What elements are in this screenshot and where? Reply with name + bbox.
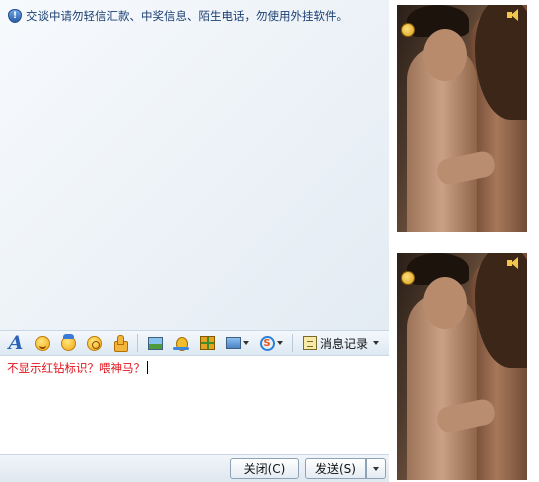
thumb-icon	[112, 335, 128, 352]
thumb-button[interactable]	[110, 333, 130, 353]
chat-pane: ! 交谈中请勿轻信汇款、中奖信息、陌生电话，勿使用外挂软件。 A S 消息记录 …	[0, 0, 389, 482]
chat-history[interactable]: ! 交谈中请勿轻信汇款、中奖信息、陌生电话，勿使用外挂软件。	[0, 0, 389, 330]
s-button[interactable]: S	[257, 333, 285, 353]
input-toolbar: A S 消息记录	[0, 330, 389, 356]
gift-icon	[199, 336, 215, 350]
shake-icon	[173, 335, 189, 351]
video-figure	[423, 29, 467, 81]
toolbar-divider	[292, 334, 293, 352]
video-figure	[423, 277, 467, 329]
smile-icon	[34, 335, 50, 351]
s-icon: S	[259, 335, 275, 351]
video-pane	[390, 0, 539, 482]
shield-icon: !	[8, 9, 22, 23]
message-input[interactable]: 不显示红钻标识？喂神马？	[0, 356, 389, 454]
emoticon-button[interactable]	[32, 333, 52, 353]
chevron-down-icon	[276, 341, 283, 345]
mad-icon	[60, 333, 76, 351]
send-button[interactable]: 发送(S)	[305, 458, 366, 479]
gift-button[interactable]	[197, 333, 217, 353]
shake-button[interactable]	[171, 333, 191, 353]
chevron-down-icon	[242, 341, 249, 345]
person-icon[interactable]	[401, 271, 415, 285]
message-input-text: 不显示红钻标识？喂神马？	[7, 361, 145, 375]
security-notice: ! 交谈中请勿轻信汇款、中奖信息、陌生电话，勿使用外挂软件。	[8, 8, 348, 24]
magic-emoticon-button[interactable]	[58, 333, 78, 353]
send-image-button[interactable]	[145, 333, 165, 353]
remote-video[interactable]	[397, 5, 527, 232]
wink-button[interactable]	[84, 333, 104, 353]
history-icon	[303, 336, 317, 350]
font-icon: A	[8, 332, 24, 354]
image-icon	[147, 336, 163, 350]
security-notice-text: 交谈中请勿轻信汇款、中奖信息、陌生电话，勿使用外挂软件。	[26, 9, 348, 23]
wink-icon	[86, 335, 102, 351]
font-button[interactable]: A	[6, 333, 26, 353]
text-caret	[147, 361, 148, 374]
local-video[interactable]	[397, 253, 527, 480]
footer-bar: 关闭(C) 发送(S)	[0, 454, 389, 482]
screenshot-icon	[225, 337, 241, 349]
chevron-down-icon	[373, 466, 379, 471]
speaker-icon[interactable]	[507, 9, 523, 21]
screenshot-button[interactable]	[223, 333, 251, 353]
speaker-icon[interactable]	[507, 257, 523, 269]
message-history-button[interactable]: 消息记录	[300, 333, 382, 353]
close-button[interactable]: 关闭(C)	[230, 458, 299, 479]
toolbar-divider	[137, 334, 138, 352]
person-icon[interactable]	[401, 23, 415, 37]
chevron-down-icon	[373, 341, 380, 345]
send-options-button[interactable]	[366, 458, 386, 479]
message-history-label: 消息记录	[320, 336, 369, 351]
